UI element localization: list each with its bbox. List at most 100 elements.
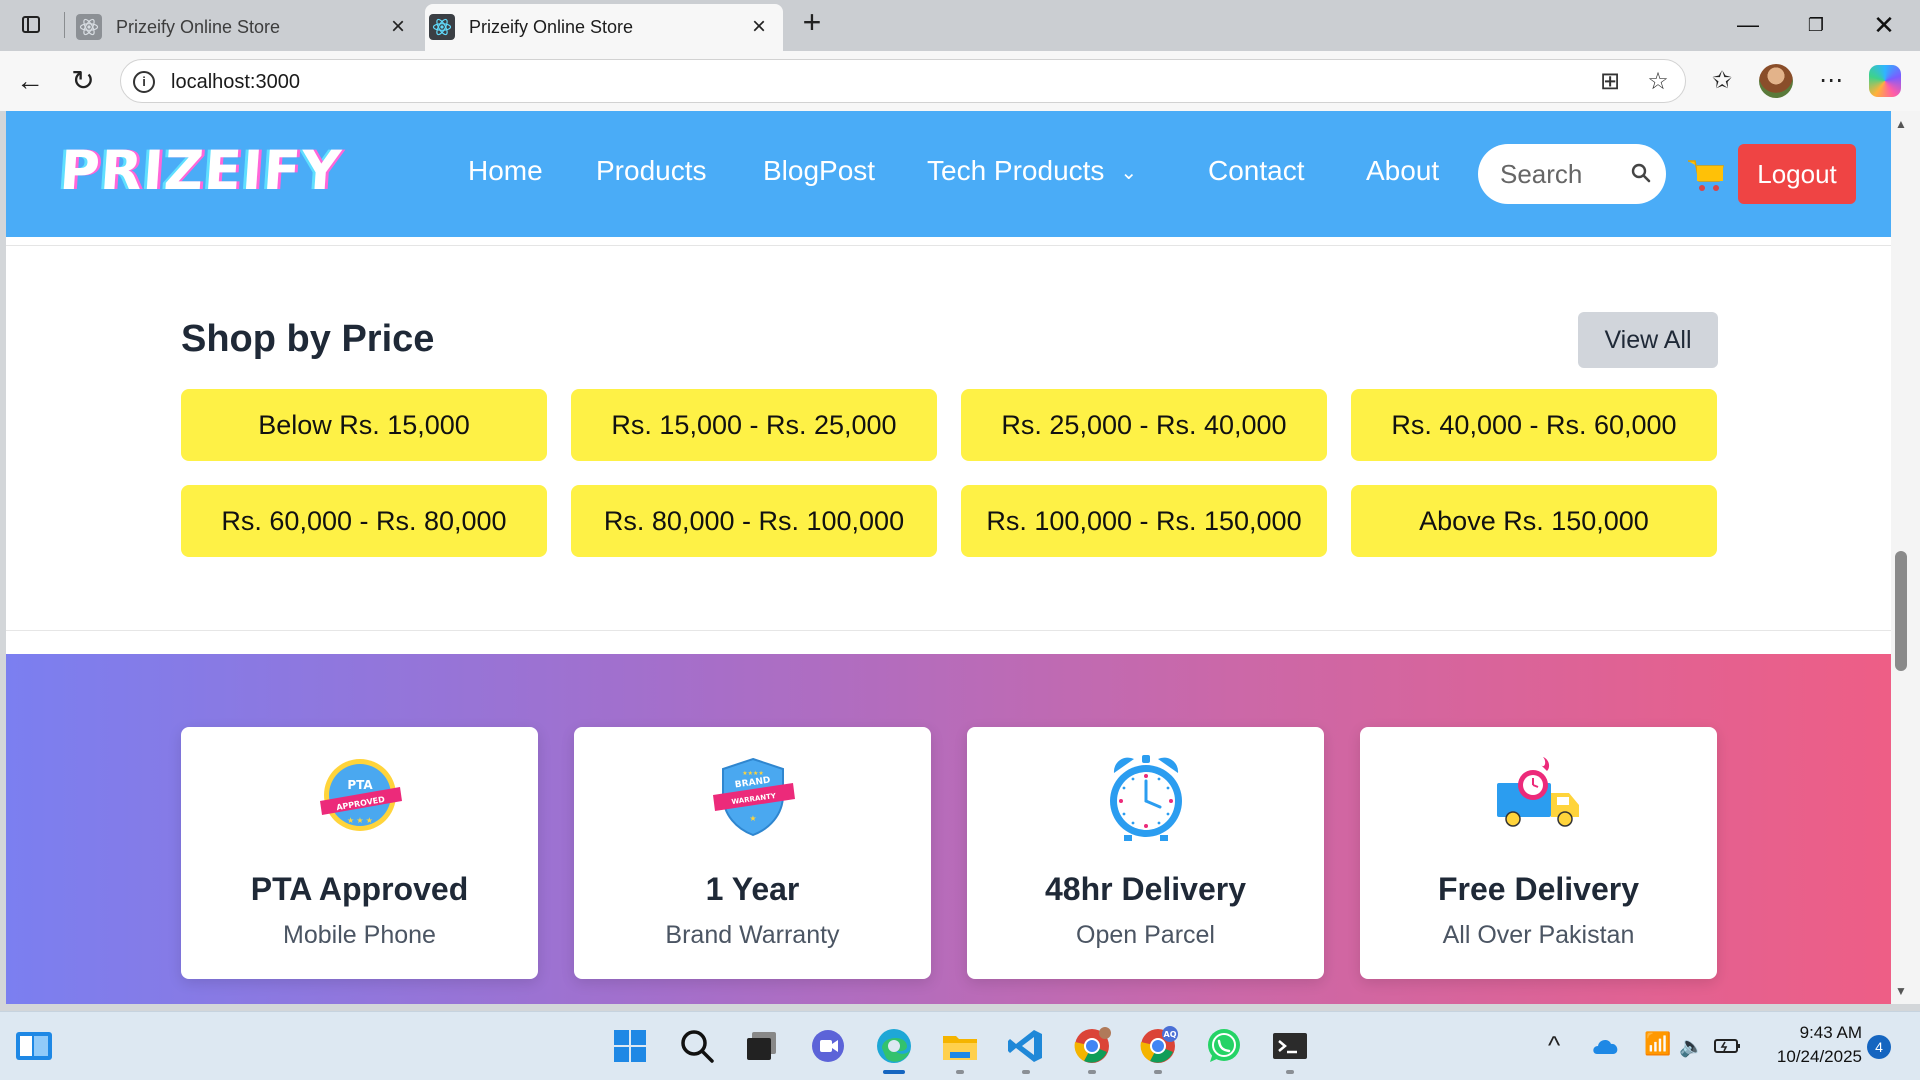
nav-contact[interactable]: Contact [1208, 155, 1305, 187]
restore-icon[interactable]: ❐ [1801, 10, 1831, 40]
reload-icon[interactable]: ↻ [66, 64, 100, 98]
vscode-icon[interactable] [1006, 1026, 1046, 1066]
wifi-icon[interactable]: 📶 [1644, 1031, 1671, 1057]
nav-tech-products[interactable]: Tech Products ⌄ [927, 155, 1137, 187]
close-tab-icon[interactable]: × [747, 15, 771, 39]
tab-title: Prizeify Online Store [469, 17, 634, 37]
task-view-icon[interactable] [742, 1026, 782, 1066]
onedrive-cloud-icon[interactable] [1591, 1034, 1621, 1058]
view-all-button[interactable]: View All [1578, 312, 1718, 368]
chrome-icon[interactable] [1072, 1026, 1112, 1066]
more-options-icon[interactable]: ⋯ [1814, 64, 1848, 98]
logout-button[interactable]: Logout [1738, 144, 1856, 204]
favorites-icon[interactable]: ✩ [1705, 64, 1739, 98]
feature-subtitle: Mobile Phone [283, 921, 436, 949]
scroll-down-icon[interactable]: ▼ [1895, 984, 1907, 998]
widgets-icon[interactable] [14, 1026, 54, 1066]
feature-card-pta: PTA APPROVED ★ ★ ★ PTA Approved Mobile P… [181, 727, 538, 979]
screen: Prizeify Online Store × Prizeify Online … [0, 0, 1920, 1080]
svg-text:★: ★ [749, 814, 756, 823]
feature-subtitle: All Over Pakistan [1442, 921, 1635, 949]
feature-card-48hr: 48hr Delivery Open Parcel [967, 727, 1324, 979]
brand-warranty-shield-icon: BRAND WARRANTY ★★★★ ★ [713, 757, 795, 837]
clock-time: 9:43 AM [1799, 1023, 1862, 1042]
browser-tab-inactive[interactable]: Prizeify Online Store × [72, 4, 422, 51]
react-favicon-icon [429, 14, 455, 40]
profile-avatar[interactable] [1759, 64, 1793, 98]
feature-title: 48hr Delivery [1044, 871, 1246, 907]
feature-subtitle: Open Parcel [1076, 921, 1215, 949]
price-range-button[interactable]: Rs. 15,000 - Rs. 25,000 [571, 389, 937, 461]
windows-start-icon[interactable] [610, 1026, 650, 1066]
nav-home[interactable]: Home [468, 155, 543, 187]
feature-title: PTA Approved [250, 871, 469, 907]
nav-blogpost[interactable]: BlogPost [763, 155, 875, 187]
back-icon[interactable]: ← [13, 64, 47, 98]
site-logo[interactable]: PRIZEIFY [58, 139, 344, 202]
page-scrollbar[interactable]: ▲ ▼ [1891, 111, 1920, 1004]
tab-separator [64, 12, 65, 38]
pta-approved-badge-icon: PTA APPROVED ★ ★ ★ [320, 759, 402, 831]
chevron-down-icon: ⌄ [1120, 162, 1138, 185]
running-app-indicator [1022, 1070, 1030, 1074]
price-range-button[interactable]: Rs. 40,000 - Rs. 60,000 [1351, 389, 1717, 461]
whatsapp-icon[interactable] [1204, 1026, 1244, 1066]
section-title: Shop by Price [181, 318, 435, 360]
price-range-button[interactable]: Below Rs. 15,000 [181, 389, 547, 461]
section-divider [6, 245, 1891, 246]
apps-icon[interactable]: ⊞ [1597, 69, 1623, 95]
edge-browser-icon[interactable] [874, 1026, 914, 1066]
feature-subtitle: Brand Warranty [665, 921, 840, 949]
feature-card-warranty: BRAND WARRANTY ★★★★ ★ 1 Year Brand Warra… [574, 727, 931, 979]
minimize-icon[interactable]: — [1733, 10, 1763, 40]
search-icon[interactable] [677, 1026, 717, 1066]
notification-badge[interactable]: 4 [1867, 1035, 1891, 1059]
active-app-indicator [883, 1070, 905, 1074]
price-range-button[interactable]: Rs. 25,000 - Rs. 40,000 [961, 389, 1327, 461]
running-app-indicator [956, 1070, 964, 1074]
running-app-indicator [1286, 1070, 1294, 1074]
scroll-up-icon[interactable]: ▲ [1895, 117, 1907, 131]
price-range-grid: Below Rs. 15,000 Rs. 15,000 - Rs. 25,000… [181, 389, 1718, 557]
price-range-button[interactable]: Rs. 100,000 - Rs. 150,000 [961, 485, 1327, 557]
new-tab-icon[interactable]: + [797, 6, 827, 38]
svg-text:★★★★: ★★★★ [742, 770, 764, 777]
chrome-profile-icon[interactable]: AQ [1138, 1026, 1178, 1066]
search-icon[interactable] [1630, 162, 1652, 184]
delivery-truck-icon [1497, 757, 1579, 827]
copilot-icon[interactable] [1869, 65, 1901, 97]
running-app-indicator [1154, 1070, 1162, 1074]
search-box [1478, 144, 1666, 204]
scrollbar-thumb[interactable] [1895, 551, 1907, 671]
nav-tech-products-label: Tech Products [927, 155, 1105, 186]
windows-taskbar: AQ ^ 📶 🔈 9:43 AM 10/24/2025 4 [0, 1011, 1920, 1080]
close-tab-icon[interactable]: × [386, 15, 410, 39]
site-header: PRIZEIFY Home Products BlogPost Tech Pro… [6, 111, 1891, 237]
price-range-button[interactable]: Above Rs. 150,000 [1351, 485, 1717, 557]
nav-products[interactable]: Products [596, 155, 707, 187]
favorite-star-icon[interactable]: ☆ [1645, 69, 1671, 95]
url-text: localhost:3000 [171, 71, 300, 93]
address-bar[interactable]: i localhost:3000 ⊞ ☆ [120, 59, 1686, 103]
nav-about[interactable]: About [1366, 155, 1439, 187]
system-clock[interactable]: 9:43 AM 10/24/2025 [1762, 1021, 1862, 1069]
price-range-button[interactable]: Rs. 80,000 - Rs. 100,000 [571, 485, 937, 557]
react-favicon-icon [76, 14, 102, 40]
price-range-button[interactable]: Rs. 60,000 - Rs. 80,000 [181, 485, 547, 557]
terminal-icon[interactable] [1270, 1026, 1310, 1066]
teams-meet-icon[interactable] [808, 1026, 848, 1066]
alarm-clock-icon [1110, 755, 1182, 841]
file-explorer-icon[interactable] [940, 1026, 980, 1066]
browser-tab-active[interactable]: Prizeify Online Store × [425, 4, 783, 51]
clock-date: 10/24/2025 [1776, 1047, 1862, 1066]
battery-icon[interactable] [1714, 1036, 1742, 1056]
browser-tab-strip: Prizeify Online Store × Prizeify Online … [0, 0, 1920, 51]
show-hidden-icons-chevron-icon[interactable]: ^ [1548, 1030, 1560, 1061]
svg-text:★ ★ ★: ★ ★ ★ [347, 816, 373, 825]
site-info-icon[interactable]: i [133, 71, 155, 93]
volume-icon[interactable]: 🔈 [1679, 1034, 1704, 1059]
search-input[interactable] [1500, 158, 1620, 190]
window-close-icon[interactable]: ✕ [1869, 10, 1899, 40]
tab-actions-icon[interactable] [18, 12, 44, 38]
cart-icon[interactable] [1686, 155, 1726, 195]
